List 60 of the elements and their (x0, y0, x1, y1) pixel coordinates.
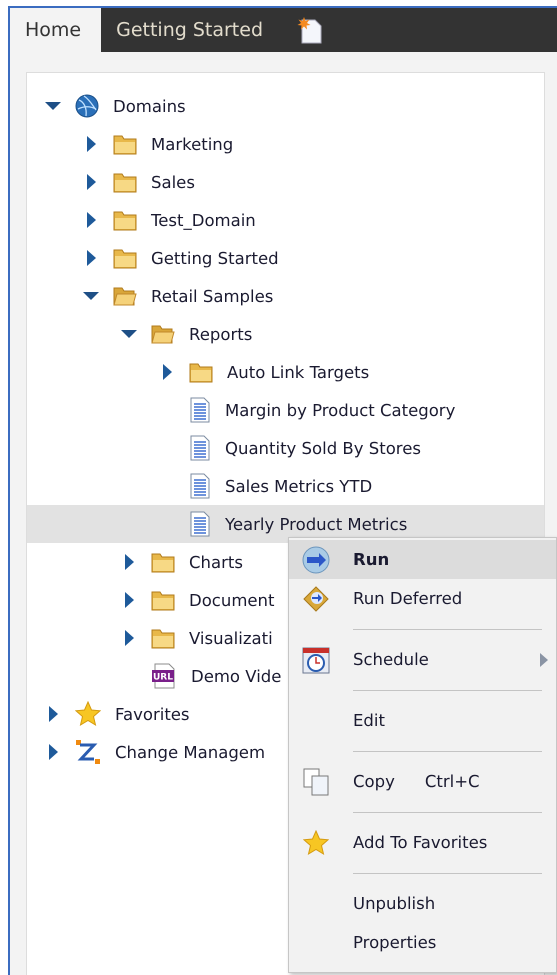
tree-label: Document (189, 590, 274, 610)
tree-row[interactable]: Domains (27, 87, 544, 125)
new-page-icon[interactable] (297, 16, 324, 44)
menu-item[interactable]: Unpublish (289, 884, 556, 923)
tab[interactable]: Home (10, 8, 102, 52)
tag-arrow-icon (301, 584, 331, 614)
menu-item[interactable]: Schedule (289, 640, 556, 679)
tree-row[interactable]: Margin by Product Category (27, 391, 544, 429)
tree-row[interactable]: Getting Started (27, 239, 544, 277)
tree-label: Favorites (115, 704, 190, 724)
tree-label: Domains (113, 96, 186, 116)
tree-row[interactable]: Yearly Product Metrics (27, 505, 544, 543)
z-arrow-icon (75, 739, 101, 765)
tree-label: Demo Vide (191, 666, 282, 686)
menu-item[interactable]: Add To Favorites (289, 823, 556, 862)
folder-icon (151, 551, 175, 573)
report-icon (189, 397, 211, 423)
copy-icon (301, 766, 331, 796)
menu-item[interactable]: Run (289, 540, 556, 579)
folder-icon (151, 589, 175, 611)
tree-row[interactable]: Test_Domain (27, 201, 544, 239)
folder-icon (113, 209, 137, 231)
report-icon (189, 435, 211, 461)
tree-label: Margin by Product Category (225, 400, 456, 420)
tree-label: Sales (151, 172, 195, 192)
star-icon (303, 830, 329, 856)
tree-row[interactable]: Auto Link Targets (27, 353, 544, 391)
tree-row[interactable]: Quantity Sold By Stores (27, 429, 544, 467)
tree-label: Marketing (151, 134, 234, 154)
tree-label: Visualizati (189, 628, 273, 648)
tree-row[interactable]: Sales (27, 163, 544, 201)
arrow-circle-icon (301, 544, 331, 574)
star-icon (75, 701, 101, 727)
tree-label: Auto Link Targets (227, 362, 370, 382)
report-icon (189, 511, 211, 537)
globe-icon (75, 94, 99, 118)
folder-icon (113, 133, 137, 155)
tree-label: Reports (189, 324, 252, 344)
tree-row[interactable]: Sales Metrics YTD (27, 467, 544, 505)
tree-label: Sales Metrics YTD (225, 476, 372, 496)
folder-icon (113, 247, 137, 269)
tree-label: Test_Domain (151, 210, 256, 230)
folder-icon (189, 361, 213, 383)
folder-icon (151, 627, 175, 649)
report-icon (189, 473, 211, 499)
menu-item[interactable]: Run Deferred (289, 579, 556, 618)
tree-row[interactable]: Marketing (27, 125, 544, 163)
calendar-clock-icon (301, 644, 331, 674)
menu-item[interactable]: Properties (289, 923, 556, 962)
tree-label: Getting Started (151, 248, 279, 268)
tree-label: Quantity Sold By Stores (225, 438, 421, 458)
tree-row[interactable]: Reports (27, 315, 544, 353)
tree-label: Retail Samples (151, 286, 274, 306)
tree-label: Charts (189, 552, 243, 572)
open-folder-icon (151, 323, 175, 345)
folder-icon (113, 171, 137, 193)
tree-row[interactable]: Retail Samples (27, 277, 544, 315)
open-folder-icon (113, 285, 137, 307)
tree-label: Yearly Product Metrics (225, 514, 408, 534)
tree-label: Change Managem (115, 742, 266, 762)
